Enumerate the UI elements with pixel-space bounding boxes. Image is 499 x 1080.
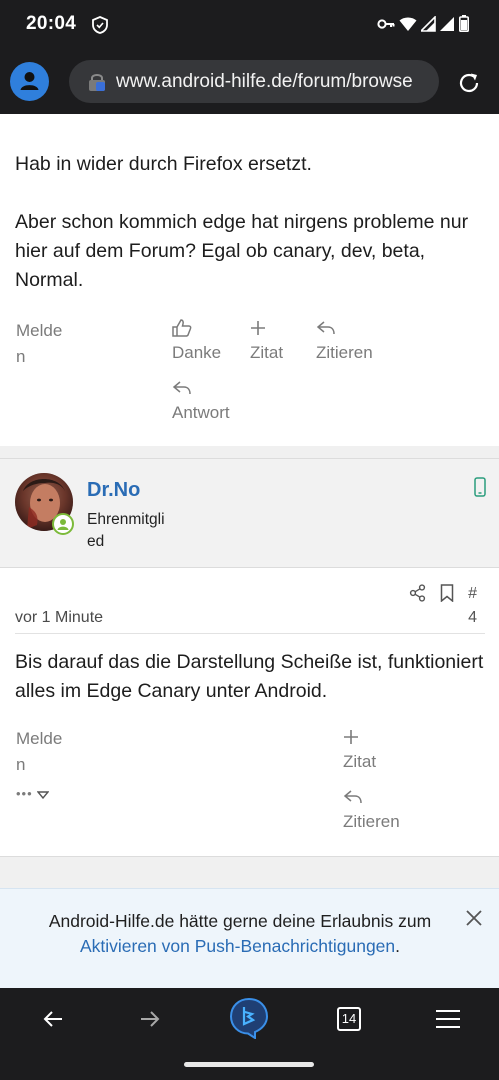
reply-arrow-icon	[343, 790, 362, 804]
post-timestamp[interactable]: vor 1 Minute	[15, 609, 103, 627]
quote-button[interactable]: Zitieren	[316, 319, 373, 363]
quote-label: Zitieren	[343, 812, 400, 831]
like-label: Danke	[172, 343, 222, 362]
enable-push-link[interactable]: Aktivieren von Push-Benachrichtigungen	[80, 936, 395, 956]
user-info-block: Dr.No Ehrenmitgli ed	[0, 458, 499, 568]
key-icon	[377, 18, 395, 29]
browser-toolbar: www.android-hilfe.de/forum/browse	[0, 50, 499, 114]
tab-count: 14	[341, 1011, 357, 1026]
post-header: # 4 vor 1 Minute	[15, 582, 485, 634]
post-number-link[interactable]: # 4	[468, 582, 477, 630]
back-arrow-icon[interactable]	[38, 1004, 68, 1034]
post-paragraph: Bis darauf das die Darstellung Scheiße i…	[15, 651, 484, 702]
caret-down-icon	[37, 790, 50, 799]
quote-plus-label: Zitat	[343, 752, 377, 771]
post-separator	[0, 856, 499, 888]
report-label-line: Melde	[16, 321, 63, 340]
reply-arrow-icon	[316, 321, 335, 335]
quote-plus-button[interactable]: Zitat	[343, 728, 376, 772]
thumbs-up-icon	[172, 319, 192, 337]
user-rank-line: Ehrenmitgli	[87, 511, 165, 528]
post-body: Bis darauf das die Darstellung Scheiße i…	[15, 648, 485, 706]
post-separator	[0, 446, 499, 458]
more-actions-button[interactable]: •••	[16, 786, 50, 801]
page-content: Hab in wider durch Firefox ersetzt. Aber…	[0, 114, 499, 988]
profile-icon	[20, 72, 39, 90]
browser-bottom-bar: 14	[0, 988, 499, 1051]
report-label-line: n	[16, 755, 26, 774]
tab-switcher-button[interactable]: 14	[337, 1007, 361, 1031]
post-paragraph: Aber schon kommich edge hat nirgens prob…	[15, 211, 469, 291]
reply-button[interactable]: Antwort	[172, 379, 230, 423]
home-gesture-handle[interactable]	[184, 1062, 314, 1067]
reply-arrow-icon	[172, 381, 191, 395]
online-status-icon	[52, 513, 74, 535]
status-icons	[377, 15, 469, 32]
bing-chat-icon[interactable]	[229, 997, 269, 1039]
menu-icon[interactable]	[433, 1004, 463, 1034]
url-text: www.android-hilfe.de/forum/browse	[116, 71, 413, 92]
post-body-previous: Hab in wider durch Firefox ersetzt. Aber…	[15, 150, 485, 295]
quote-plus-label: Zitat	[250, 343, 284, 362]
gesture-bar	[0, 1051, 499, 1080]
plus-icon	[251, 321, 265, 335]
signal-icon	[440, 16, 454, 31]
report-label-line: n	[16, 347, 26, 366]
user-rank-line: ed	[87, 533, 105, 550]
wifi-icon	[399, 17, 417, 31]
push-permission-banner: Android-Hilfe.de hätte gerne deine Erlau…	[0, 888, 499, 988]
quote-label: Zitieren	[316, 343, 373, 362]
like-button[interactable]: Danke	[172, 319, 221, 363]
user-rank: Ehrenmitgli ed	[87, 509, 179, 553]
post-number: 4	[468, 609, 477, 626]
close-icon[interactable]	[465, 909, 483, 927]
banner-suffix: .	[395, 936, 401, 956]
bookmark-icon[interactable]	[440, 584, 454, 602]
clock: 20:04	[26, 13, 77, 34]
battery-icon	[459, 15, 469, 32]
shield-icon	[92, 16, 108, 34]
quote-button[interactable]: Zitieren	[343, 788, 400, 832]
profile-button[interactable]	[10, 62, 49, 101]
signal-icon	[421, 15, 436, 32]
post-paragraph: Hab in wider durch Firefox ersetzt.	[15, 153, 312, 175]
report-label-line: Melde	[16, 729, 63, 748]
banner-text: Android-Hilfe.de hätte gerne deine Erlau…	[48, 911, 432, 931]
reply-label: Antwort	[172, 403, 230, 422]
username-link[interactable]: Dr.No	[87, 479, 140, 502]
address-bar[interactable]: www.android-hilfe.de/forum/browse	[69, 60, 439, 103]
status-bar: 20:04	[0, 0, 499, 50]
mobile-device-icon	[474, 477, 486, 497]
lock-icon	[89, 74, 105, 91]
report-link[interactable]: Melde n	[16, 726, 62, 778]
quote-plus-button[interactable]: Zitat	[250, 319, 283, 363]
report-link[interactable]: Melde n	[16, 318, 62, 370]
banner-message: Android-Hilfe.de hätte gerne deine Erlau…	[30, 909, 450, 959]
share-icon[interactable]	[409, 584, 426, 602]
forward-arrow-icon[interactable]	[135, 1004, 165, 1034]
post-number-hash: #	[468, 585, 477, 602]
more-dots: •••	[16, 786, 33, 801]
refresh-icon[interactable]	[456, 70, 482, 96]
plus-icon	[344, 730, 358, 744]
